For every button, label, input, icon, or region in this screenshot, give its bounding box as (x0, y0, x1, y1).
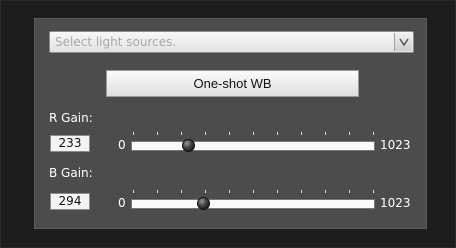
slider-tick (157, 132, 158, 135)
slider-tick (301, 132, 302, 135)
slider-tick (349, 132, 350, 135)
slider-tick (277, 132, 278, 135)
b-gain-max: 1023 (380, 196, 411, 210)
window-frame: Select light sources. One-shot WB R Gain… (0, 0, 456, 248)
r-gain-slider-track[interactable] (131, 141, 375, 151)
r-gain-label: R Gain: (49, 111, 93, 125)
slider-tick (157, 190, 158, 193)
one-shot-wb-button[interactable]: One-shot WB (106, 70, 359, 97)
slider-tick (373, 190, 374, 193)
r-gain-max: 1023 (380, 138, 411, 152)
r-gain-slider-thumb[interactable] (182, 139, 196, 152)
slider-tick (205, 190, 206, 193)
r-gain-min: 0 (118, 138, 126, 152)
slider-tick (325, 132, 326, 135)
b-gain-value[interactable]: 294 (50, 193, 90, 210)
slider-tick (205, 132, 206, 135)
slider-tick (133, 132, 134, 135)
slider-tick (325, 190, 326, 193)
slider-tick (253, 132, 254, 135)
white-balance-panel: Select light sources. One-shot WB R Gain… (34, 18, 427, 229)
slider-tick (301, 190, 302, 193)
chevron-down-icon (399, 38, 409, 47)
slider-tick (181, 190, 182, 193)
b-gain-min: 0 (118, 196, 126, 210)
b-gain-slider-thumb[interactable] (196, 197, 210, 210)
light-source-placeholder: Select light sources. (55, 35, 177, 49)
slider-tick (229, 132, 230, 135)
slider-tick (133, 190, 134, 193)
dropdown-button[interactable] (394, 33, 412, 51)
b-gain-slider-track[interactable] (131, 199, 375, 209)
slider-tick (229, 190, 230, 193)
slider-tick (349, 190, 350, 193)
slider-tick (277, 190, 278, 193)
slider-tick (253, 190, 254, 193)
r-gain-value[interactable]: 233 (50, 135, 90, 152)
b-gain-label: B Gain: (49, 166, 93, 180)
slider-tick (373, 132, 374, 135)
slider-tick (181, 132, 182, 135)
light-source-select[interactable]: Select light sources. (49, 31, 414, 53)
